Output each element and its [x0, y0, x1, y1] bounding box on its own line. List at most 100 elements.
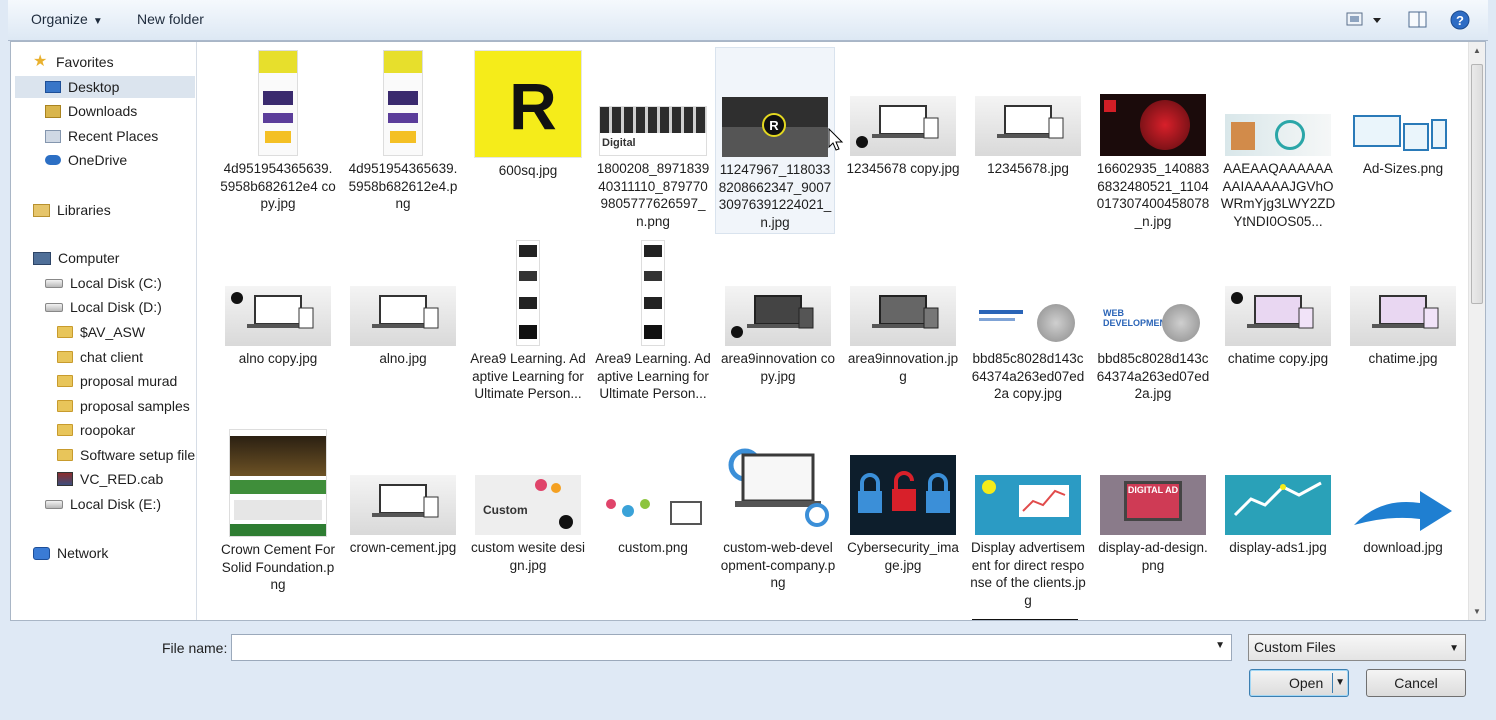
file-item[interactable]: custom.png: [593, 429, 713, 557]
file-item[interactable]: 12345678 copy.jpg: [843, 50, 963, 178]
change-view-button[interactable]: [1346, 10, 1390, 33]
file-item[interactable]: area9innovation.jpg: [843, 240, 963, 385]
thumb-text: DIGITAL AD: [1127, 485, 1179, 495]
svg-text:?: ?: [1456, 13, 1464, 28]
file-item[interactable]: Area9 Learning. Adaptive Learning for Ul…: [593, 240, 713, 403]
nav-file-cab[interactable]: VC_RED.cab: [57, 468, 163, 490]
file-thumbnail: R: [722, 97, 828, 157]
help-icon: ?: [1450, 10, 1470, 30]
help-button[interactable]: ?: [1450, 10, 1472, 35]
nav-recent-places[interactable]: Recent Places: [45, 125, 158, 147]
scroll-down-icon[interactable]: ▼: [1473, 607, 1481, 616]
file-item[interactable]: 12345678.jpg: [968, 50, 1088, 178]
new-folder-button[interactable]: New folder: [137, 11, 204, 27]
devices-mockup-icon: [872, 295, 939, 329]
file-thumbnail: [1225, 475, 1331, 535]
file-name: AAEAAQAAAAAAAAIAAAAAJGVhOWRmYjg3LWY2ZDYt…: [1220, 161, 1336, 229]
preview-pane-button[interactable]: [1408, 10, 1428, 33]
file-item[interactable]: alno copy.jpg: [218, 240, 338, 368]
file-thumbnail: [225, 286, 331, 346]
file-item[interactable]: chatime.jpg: [1343, 240, 1463, 368]
file-item[interactable]: 4d951954365639.5958b682612e4.png: [343, 50, 463, 213]
open-button[interactable]: Open ▼: [1249, 669, 1349, 697]
file-name: 12345678.jpg: [987, 161, 1069, 176]
nav-label: proposal samples: [80, 398, 190, 414]
file-item[interactable]: display-ads1.jpg: [1218, 429, 1338, 557]
file-item[interactable]: AAEAAQAAAAAAAAIAAAAAJGVhOWRmYjg3LWY2ZDYt…: [1218, 50, 1338, 230]
chevron-down-icon[interactable]: ▼: [1215, 640, 1225, 651]
nav-disk-c[interactable]: Local Disk (C:): [45, 272, 162, 294]
scroll-up-icon[interactable]: ▲: [1473, 46, 1481, 55]
file-item[interactable]: custom-web-development-company.png: [718, 429, 838, 592]
file-item-selected[interactable]: R 11247967_1180338208662347_900730976391…: [715, 47, 835, 234]
file-item[interactable]: Display advertisement for direct respons…: [968, 429, 1088, 609]
nav-folder[interactable]: $AV_ASW: [57, 321, 145, 343]
devices-mockup-icon: [372, 484, 439, 518]
file-thumbnail: [229, 429, 327, 537]
file-item[interactable]: R 600sq.jpg: [468, 50, 588, 180]
file-item[interactable]: area9innovation copy.jpg: [718, 240, 838, 385]
scrollbar-thumb[interactable]: [1471, 64, 1483, 304]
file-item[interactable]: chatime copy.jpg: [1218, 240, 1338, 368]
nav-disk-d[interactable]: Local Disk (D:): [45, 296, 162, 318]
nav-folder[interactable]: proposal samples: [57, 395, 190, 417]
file-item[interactable]: DIGITAL AD display-ad-design.png: [1093, 429, 1213, 574]
disk-icon: [45, 499, 63, 509]
file-item[interactable]: Ad-Sizes.png: [1343, 50, 1463, 178]
disk-icon: [45, 278, 63, 288]
file-item[interactable]: bbd85c8028d143c64374a263ed07ed2a copy.jp…: [968, 240, 1088, 403]
nav-folder[interactable]: proposal murad: [57, 370, 177, 392]
file-name-label: File name:: [162, 640, 228, 656]
nav-computer[interactable]: Computer: [33, 247, 119, 269]
network-icon: [33, 546, 50, 560]
file-type-select[interactable]: Custom Files ▼: [1248, 634, 1466, 661]
nav-label: OneDrive: [68, 152, 128, 168]
roopokar-badge-icon: R: [762, 113, 786, 137]
file-name: Area9 Learning. Adaptive Learning for Ul…: [595, 351, 711, 401]
file-item[interactable]: Area9 Learning. Adaptive Learning for Ul…: [468, 240, 588, 403]
file-item[interactable]: alno.jpg: [343, 240, 463, 368]
file-item[interactable]: Custom custom wesite design.jpg: [468, 429, 588, 574]
nav-label: Software setup file: [80, 447, 196, 463]
file-name: custom wesite design.jpg: [470, 540, 586, 573]
file-thumbnail: [850, 286, 956, 346]
file-item[interactable]: 4d951954365639.5958b682612e4 copy.jpg: [218, 50, 338, 213]
nav-favorites[interactable]: ★ Favorites: [33, 51, 114, 73]
file-name: 600sq.jpg: [498, 163, 558, 178]
nav-disk-e[interactable]: Local Disk (E:): [45, 493, 161, 515]
cancel-button[interactable]: Cancel: [1366, 669, 1466, 697]
nav-onedrive[interactable]: OneDrive: [45, 149, 127, 171]
nav-network[interactable]: Network: [33, 542, 108, 564]
nav-libraries[interactable]: Libraries: [33, 199, 111, 221]
file-item[interactable]: Crown Cement For Solid Foundation.png: [218, 429, 338, 594]
organize-button[interactable]: Organize ▼: [31, 11, 103, 27]
chevron-down-icon[interactable]: ▼: [1335, 670, 1345, 696]
disk-icon: [45, 302, 63, 312]
nav-label: roopokar: [80, 422, 136, 438]
file-item[interactable]: crown-cement.jpg: [343, 429, 463, 557]
file-item[interactable]: download.jpg: [1343, 429, 1463, 557]
file-name-input[interactable]: ▼: [231, 634, 1232, 661]
nav-desktop[interactable]: Desktop: [15, 76, 195, 98]
nav-label: Computer: [58, 250, 120, 266]
file-name: custom.png: [618, 540, 688, 555]
nav-label: Recent Places: [68, 128, 159, 144]
chart-icon: [1233, 481, 1322, 517]
view-icon: [1346, 12, 1381, 26]
nav-folder[interactable]: Software setup file: [57, 444, 195, 466]
devices-mockup-icon: [1372, 295, 1439, 329]
nav-downloads[interactable]: Downloads: [45, 100, 137, 122]
file-item[interactable]: WEB DEVELOPMENT bbd85c8028d143c64374a263…: [1093, 240, 1213, 403]
chevron-down-icon: ▼: [92, 16, 103, 27]
nav-folder[interactable]: roopokar: [57, 419, 135, 441]
file-name: 4d951954365639.5958b682612e4.png: [348, 161, 458, 211]
file-item[interactable]: Cybersecurity_image.jpg: [843, 429, 963, 574]
file-item[interactable]: 16602935_1408836832480521_11040173074004…: [1093, 50, 1213, 230]
file-item[interactable]: Digital 1800208_897183940311110_87977098…: [593, 50, 713, 230]
nav-folder[interactable]: chat client: [57, 346, 143, 368]
vertical-scrollbar[interactable]: ▲ ▼: [1468, 42, 1485, 620]
file-name: 11247967_1180338208662347_90073097639122…: [718, 162, 832, 230]
file-thumbnail: Custom: [475, 475, 581, 535]
nav-label: Libraries: [57, 202, 111, 218]
file-thumbnail: [975, 96, 1081, 156]
